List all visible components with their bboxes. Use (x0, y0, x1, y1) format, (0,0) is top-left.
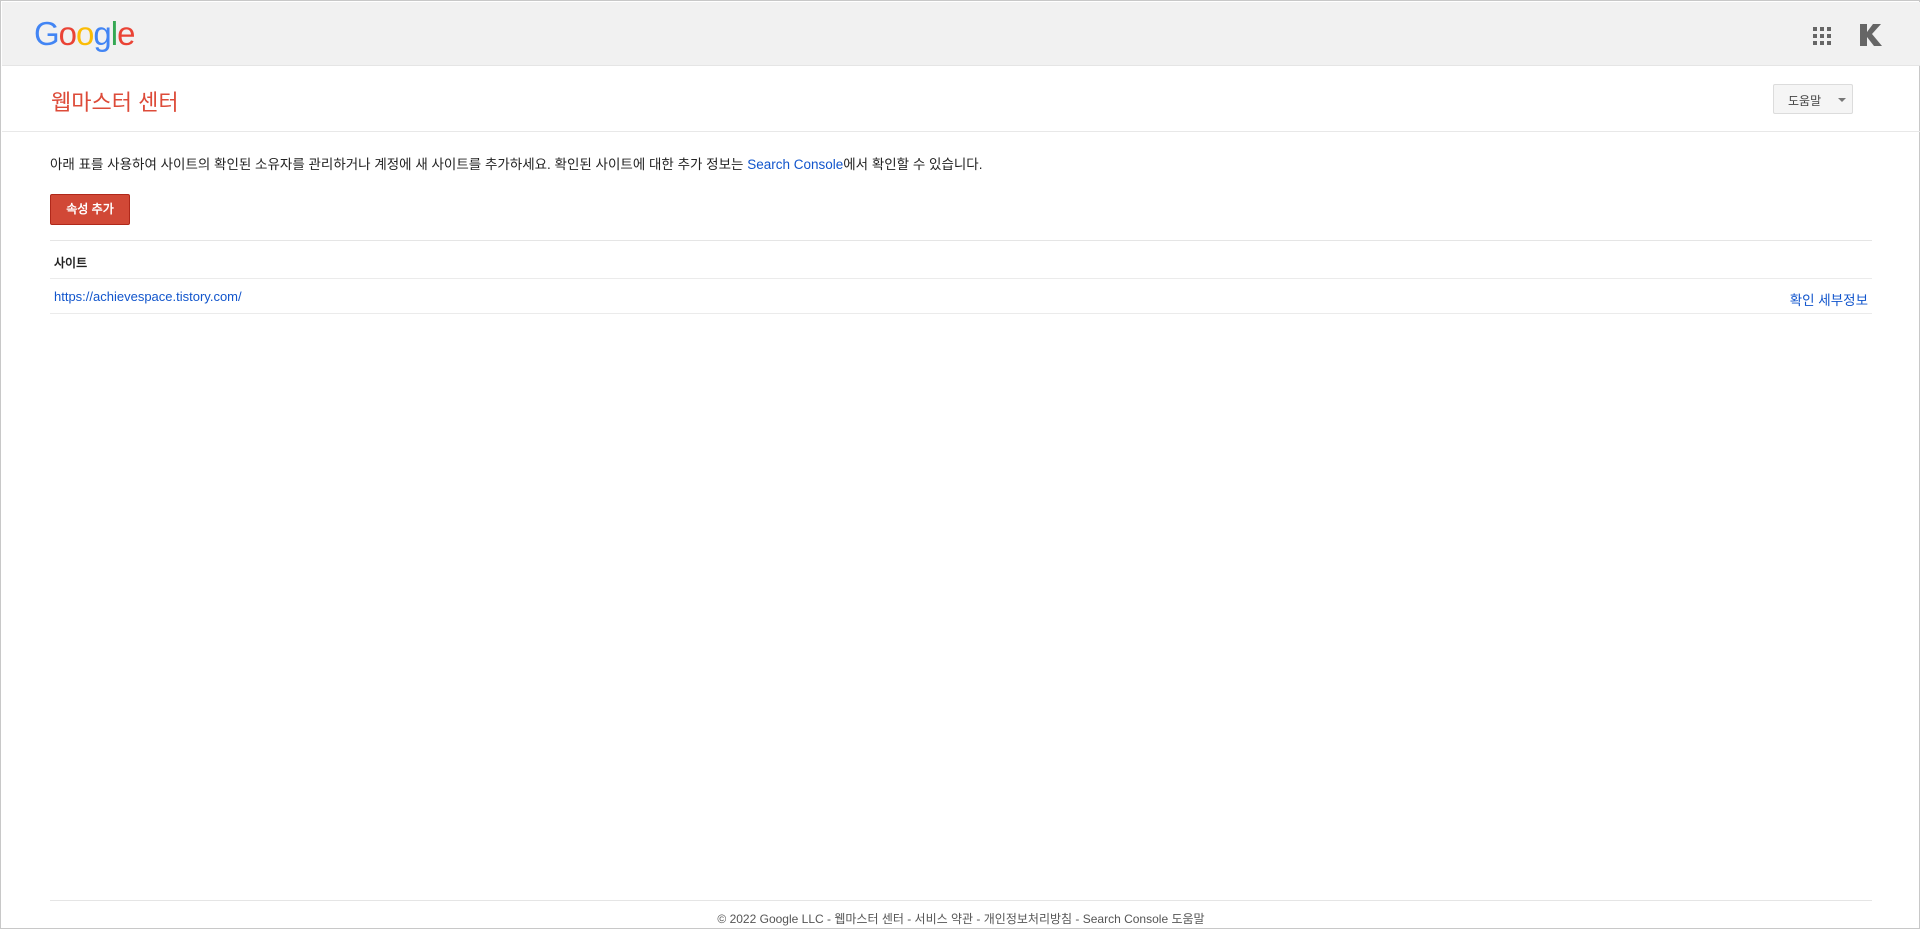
apps-grid-icon[interactable] (1812, 26, 1832, 46)
footer-divider (50, 900, 1872, 901)
browser-page: Google 웹마스터 센터 도움말 아래 표를 사용하여 사이트의 확인된 소… (0, 0, 1920, 929)
table-row: https://achievespace.tistory.com/ 확인 세부정… (50, 279, 1872, 314)
table-header: 사이트 (50, 240, 1872, 279)
logo-letter: o (76, 15, 94, 52)
account-k-icon[interactable] (1858, 22, 1884, 48)
site-url-link[interactable]: https://achievespace.tistory.com/ (54, 289, 242, 304)
footer: © 2022 Google LLC - 웹마스터 센터 - 서비스 약관 - 개… (717, 912, 1205, 926)
help-label: 도움말 (1788, 94, 1822, 108)
intro-text: 아래 표를 사용하여 사이트의 확인된 소유자를 관리하거나 계정에 새 사이트… (50, 153, 982, 173)
logo-letter: g (93, 15, 111, 52)
google-logo[interactable]: Google (34, 15, 135, 52)
add-property-button[interactable]: 속성 추가 (50, 194, 130, 225)
logo-letter: G (34, 15, 60, 52)
page-header: 웹마스터 센터 도움말 (2, 67, 1920, 132)
verification-details-link[interactable]: 확인 세부정보 (1790, 289, 1868, 309)
intro-text-after: 에서 확인할 수 있습니다. (843, 157, 983, 172)
page-title: 웹마스터 센터 (51, 90, 179, 115)
help-dropdown-button[interactable]: 도움말 (1773, 84, 1853, 114)
column-header-site: 사이트 (54, 256, 88, 270)
logo-letter: o (58, 15, 77, 52)
intro-text-before: 아래 표를 사용하여 사이트의 확인된 소유자를 관리하거나 계정에 새 사이트… (50, 157, 748, 172)
search-console-link[interactable]: Search Console (747, 157, 843, 172)
chevron-down-icon (1838, 98, 1846, 102)
logo-letter: e (117, 15, 135, 52)
sites-table: 사이트 https://achievespace.tistory.com/ 확인… (50, 240, 1872, 314)
top-bar: Google (2, 2, 1920, 66)
